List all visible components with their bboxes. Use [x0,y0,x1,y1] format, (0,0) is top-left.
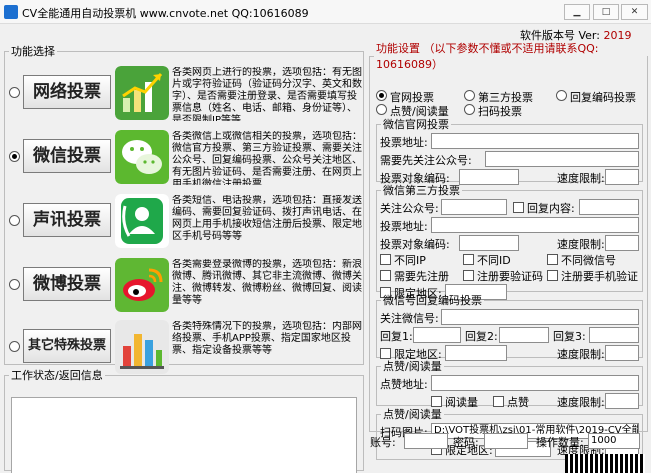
operation-count-label: 操作数量: [536,436,584,449]
reply2-label: 回复2: [465,330,498,343]
like-read-legend-2: 点赞/阅读量 [383,408,442,421]
function-radio-special[interactable] [9,341,20,352]
thirdparty-captcha-label: 注册要验证码 [477,270,543,283]
like-url-input[interactable] [431,375,639,391]
thirdparty-diff-ip-checkbox[interactable] [380,254,391,265]
wechat-vote-button[interactable]: 微信投票 [23,139,111,173]
mode-radio-scan[interactable] [464,104,475,115]
status-group: 工作状态/返回信息 [4,367,364,473]
settings-legend: 功能设置 （以下参数不懂或不适用请联系QQ: 10616089） [376,42,599,71]
reply-vote-group: 微信号回复编码投票 关注微信号: 回复1: 回复2: 回复3: 限定地区: 速度… [376,292,643,361]
chart-growth-icon [115,66,169,120]
close-button[interactable]: ✕ [621,4,648,20]
thirdparty-follow-label: 关注公众号: [380,202,439,215]
reply1-label: 回复1: [380,330,413,343]
official-vote-url-label: 投票地址: [380,136,428,149]
thirdparty-speed-limit-label: 速度限制: [557,238,605,251]
reply3-input[interactable] [589,327,639,343]
status-log-textarea[interactable] [11,397,357,473]
title-bar: CV全能通用自动投票机 www.cnvote.net QQ:10616089 ▁… [0,0,651,24]
thirdparty-reply-content-input[interactable] [579,199,639,215]
qr-code-icon [565,454,645,473]
function-selection-legend: 功能选择 [11,45,55,58]
reply-follow-wx-input[interactable] [441,309,639,325]
reply1-input[interactable] [413,327,461,343]
thirdparty-reply-content-checkbox[interactable] [513,202,524,213]
sms-vote-description: 各类短信、电话投票，选项包括：直接发送编码、需要回复验证码、拨打声讯电话、在网页… [172,195,362,242]
function-selection-group: 功能选择 网络投票 各类网页上进行的投票，选项包括：有无图片或字符验证码（验证码… [4,43,365,374]
account-label: 账号: [370,436,396,449]
thirdparty-diff-id-checkbox[interactable] [463,254,474,265]
function-radio-weibo[interactable] [9,279,20,290]
thirdparty-diff-ip-label: 不同IP [394,254,426,267]
function-row-weibo: 微博投票 各类需要登录微博的投票，选项包括：新浪微博、腾讯微博、其它非主流微博、… [5,255,365,315]
mode-radio-like-read[interactable] [376,104,387,115]
thirdparty-follow-input[interactable] [441,199,507,215]
thirdparty-vote-url-input[interactable] [431,217,639,233]
bar-chart-icon [115,320,169,374]
thirdparty-vote-url-label: 投票地址: [380,220,428,233]
thirdparty-target-code-input[interactable] [459,235,519,251]
reply-vote-legend: 微信号回复编码投票 [383,294,482,307]
wechat-vote-description: 各类微信上或微信相关的投票，选项包括：微信官方投票、第三方验证投票、需要关注公众… [172,131,362,185]
thirdparty-reply-content-label: 回复内容: [527,202,575,215]
thirdparty-phone-checkbox[interactable] [547,270,558,281]
function-radio-network[interactable] [9,87,20,98]
minimize-button[interactable]: ▁ [564,4,590,20]
special-vote-button[interactable]: 其它特殊投票 [23,329,111,363]
official-follow-label: 需要先关注公众号: [380,154,472,167]
thirdparty-speed-limit-input[interactable] [605,235,639,251]
thirdparty-captcha-checkbox[interactable] [463,270,474,281]
network-vote-button[interactable]: 网络投票 [23,75,111,109]
reply3-label: 回复3: [553,330,586,343]
weibo-vote-button[interactable]: 微博投票 [23,267,111,301]
like-read-legend-1: 点赞/阅读量 [383,360,442,373]
operation-count-input[interactable]: 1000 [588,433,640,449]
thirdparty-register-label: 需要先注册 [394,270,449,283]
reply2-input[interactable] [499,327,549,343]
official-follow-input[interactable] [485,151,639,167]
mode-radio-thirdparty[interactable] [464,90,475,101]
function-radio-sms[interactable] [9,215,20,226]
account-input[interactable] [404,433,448,449]
like-url-label: 点赞地址: [380,378,428,391]
thirdparty-register-checkbox[interactable] [380,270,391,281]
reply-follow-wx-label: 关注微信号: [380,312,439,325]
weibo-vote-description: 各类需要登录微博的投票，选项包括：新浪微博、腾讯微博、其它非主流微博、微博关注、… [172,259,362,306]
function-radio-wechat[interactable] [9,151,20,162]
mode-label-reply: 回复编码投票 [570,91,636,104]
like-read-group-1: 点赞/阅读量 点赞地址: 阅读量 点赞 速度限制: [376,358,643,409]
function-row-network: 网络投票 各类网页上进行的投票，选项包括：有无图片或字符验证码（验证码分汉字、英… [5,63,365,123]
mode-radio-reply[interactable] [556,90,567,101]
settings-group: 功能设置 （以下参数不懂或不适用请联系QQ: 10616089） 官网投票 第三… [369,40,648,460]
maximize-button[interactable]: □ [593,4,619,20]
password-label: 密码: [453,436,479,449]
network-vote-description: 各类网页上进行的投票，选项包括：有无图片或字符验证码（验证码分汉字、英文和数字）… [172,67,362,121]
password-input[interactable] [484,433,528,449]
thirdparty-diff-id-label: 不同ID [477,254,511,267]
mode-radio-official[interactable] [376,90,387,101]
function-row-wechat: 微信投票 各类微信上或微信相关的投票，选项包括：微信官方投票、第三方验证投票、需… [5,127,365,187]
thirdparty-phone-label: 注册要手机验证 [561,270,638,283]
thirdparty-target-code-label: 投票对象编码: [380,238,450,251]
weibo-icon [115,258,169,312]
window-title: CV全能通用自动投票机 www.cnvote.net QQ:10616089 [22,7,309,20]
thirdparty-diff-wx-label: 不同微信号 [561,254,616,267]
official-vote-url-input[interactable] [431,133,639,149]
thirdparty-diff-wx-checkbox[interactable] [547,254,558,265]
phone-contact-icon [115,194,169,248]
sms-vote-button[interactable]: 声讯投票 [23,203,111,237]
status-legend: 工作状态/返回信息 [11,369,103,382]
app-icon [4,5,18,19]
wechat-icon [115,130,169,184]
official-vote-group: 微信官网投票 投票地址: 需要先关注公众号: 投票对象编码: 速度限制: [376,116,643,185]
function-row-sms: 声讯投票 各类短信、电话投票，选项包括：直接发送编码、需要回复验证码、拨打声讯电… [5,191,365,251]
thirdparty-vote-legend: 微信第三方投票 [383,184,460,197]
official-vote-legend: 微信官网投票 [383,118,449,131]
thirdparty-vote-group: 微信第三方投票 关注公众号: 回复内容: 投票地址: 投票对象编码: 速度限制:… [376,182,643,300]
